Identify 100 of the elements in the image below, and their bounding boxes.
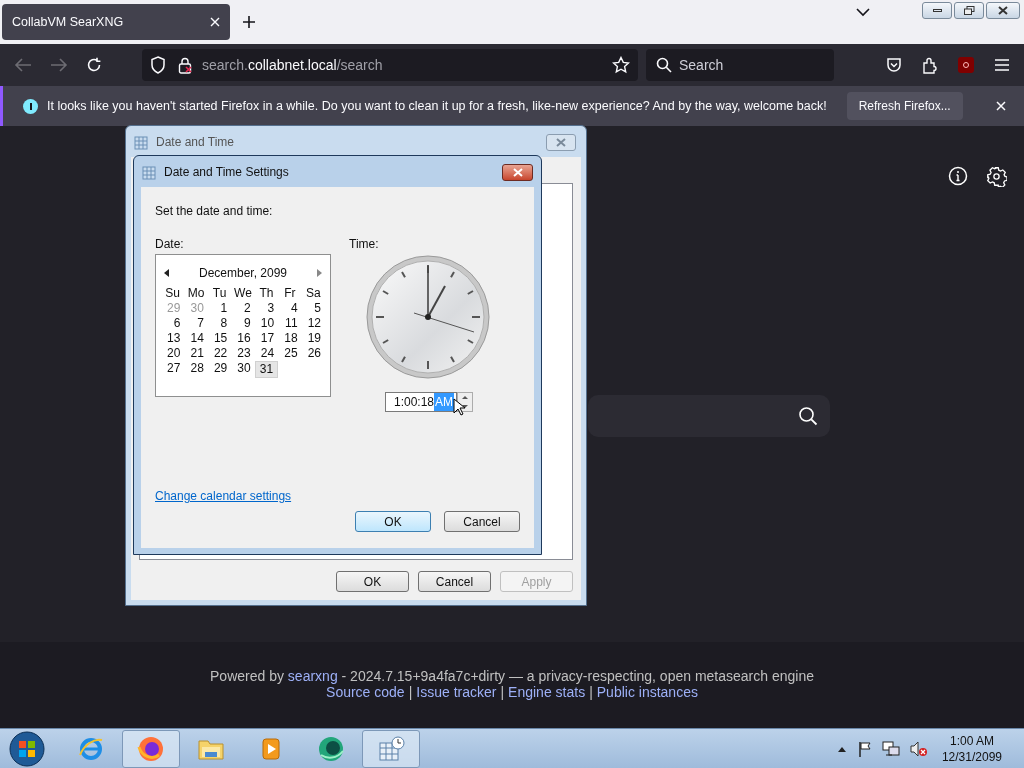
dialog-button[interactable]: Cancel (444, 511, 520, 532)
calendar-day[interactable]: 21 (184, 346, 208, 361)
plus-icon[interactable] (242, 15, 256, 29)
calendar-day[interactable]: 20 (161, 346, 185, 361)
calendar-day[interactable]: 28 (184, 361, 208, 378)
weekday-label: Mo (186, 286, 206, 301)
month-title[interactable]: December, 2099 (198, 264, 288, 282)
calendar-day[interactable]: 12 (301, 316, 325, 331)
weekday-label: Fr (283, 286, 297, 301)
clock-date[interactable]: 12/31/2099 (941, 748, 1002, 765)
calendar-day[interactable]: 31 (254, 361, 279, 378)
calendar-day[interactable]: 10 (254, 316, 279, 331)
calendar-day[interactable]: 4 (278, 301, 302, 316)
footer-link[interactable]: Public instances (596, 684, 698, 700)
calendar-day[interactable]: 27 (161, 361, 185, 378)
shield-icon[interactable] (150, 56, 166, 74)
calendar-day[interactable]: 16 (231, 331, 255, 346)
minimize-button[interactable] (922, 2, 952, 19)
clock-time[interactable]: 1:00 AM (949, 732, 994, 749)
weekday-label: We (233, 286, 253, 301)
link-separator: | (589, 684, 593, 700)
calendar-day[interactable]: 22 (207, 346, 232, 361)
info-icon[interactable] (948, 166, 968, 186)
flag-icon[interactable] (857, 740, 872, 757)
back-icon[interactable] (14, 57, 32, 73)
calendar-day[interactable]: 19 (301, 331, 325, 346)
forward-icon[interactable] (50, 57, 68, 73)
link-separator: | (408, 684, 413, 700)
calendar-day[interactable]: 3 (254, 301, 279, 316)
start-button[interactable] (6, 729, 48, 768)
link-separator: | (500, 684, 505, 700)
previous-month-icon[interactable] (164, 269, 169, 277)
lock-icon[interactable] (178, 56, 192, 74)
next-month-icon[interactable] (317, 269, 322, 277)
calendar-clock-icon (377, 734, 405, 763)
footer-link[interactable]: Engine stats (508, 684, 586, 700)
time-field[interactable]: 1:00:18AM (385, 392, 457, 412)
dialog-button[interactable]: Cancel (418, 571, 491, 592)
calendar-day[interactable]: 29 (207, 361, 232, 378)
calendar-day[interactable]: 1 (207, 301, 232, 316)
reload-icon[interactable] (86, 57, 102, 73)
info-icon (23, 98, 38, 114)
calendar-day[interactable]: 9 (231, 316, 255, 331)
close-button[interactable] (502, 163, 533, 181)
search-field[interactable]: Search (646, 49, 834, 81)
bookmark-star-icon[interactable] (612, 56, 630, 74)
taskbar-button[interactable] (362, 729, 420, 768)
close-button[interactable] (986, 2, 1020, 19)
browser-tab[interactable]: CollabVM SearXNG (2, 4, 230, 40)
close-icon (556, 137, 566, 147)
close-icon[interactable] (996, 101, 1006, 111)
settings-icon[interactable] (986, 166, 1007, 187)
calendar-day[interactable]: 2 (231, 301, 255, 316)
calendar-day[interactable]: 7 (184, 316, 208, 331)
notification-message: It looks like you haven't started Firefox in a while. Do you want to clean it up for a fresh, like-new experience? And by the way, welcome back! (47, 97, 827, 115)
restore-button[interactable] (954, 2, 984, 19)
close-icon (998, 6, 1008, 15)
taskbar-button[interactable] (122, 729, 180, 768)
calendar-day[interactable]: 18 (278, 331, 302, 346)
calendar-day[interactable]: 23 (231, 346, 255, 361)
instruction-text: Set the date and time: (155, 203, 273, 220)
dialog-button[interactable]: OK (336, 571, 409, 592)
calendar-day[interactable]: 24 (254, 346, 279, 361)
calendar-day[interactable]: 30 (231, 361, 255, 378)
calendar-day[interactable]: 6 (161, 316, 185, 331)
weekday-label: Sa (304, 286, 322, 301)
address-bar[interactable]: search.collabnet.local/search (142, 49, 638, 81)
weekday-label: Tu (211, 286, 228, 301)
searxng-link[interactable]: searxng (287, 668, 338, 684)
weekday-label: Su (164, 286, 182, 301)
calendar-day[interactable]: 15 (207, 331, 232, 346)
search-icon (656, 57, 672, 73)
calendar-day[interactable]: 11 (278, 316, 302, 331)
show-hidden-icons-icon[interactable] (837, 745, 846, 752)
calendar-day[interactable]: 25 (278, 346, 302, 361)
menu-icon[interactable] (994, 58, 1010, 72)
calendar-day[interactable]: 26 (301, 346, 325, 361)
muted-speaker-icon[interactable] (909, 740, 928, 757)
window-title: Date and Time (156, 134, 235, 151)
mouse-pointer-icon (453, 398, 465, 416)
tab-list-icon[interactable] (856, 7, 870, 17)
footer-link[interactable]: Source code (326, 684, 405, 700)
time-label: Time: (349, 236, 379, 253)
restore-icon (963, 6, 975, 15)
search-icon[interactable] (798, 406, 818, 426)
refresh-firefox-button[interactable]: Refresh Firefox... (846, 92, 963, 120)
disc-icon (317, 734, 345, 763)
calendar-day[interactable]: 17 (254, 331, 279, 346)
dialog-button[interactable]: OK (355, 511, 431, 532)
change-calendar-settings-link[interactable]: Change calendar settings (155, 487, 292, 505)
calendar-icon (134, 134, 150, 150)
calendar-day[interactable]: 8 (207, 316, 232, 331)
url-text[interactable]: search.collabnet.local/search (202, 54, 383, 76)
network-icon[interactable] (881, 740, 900, 757)
calendar-day[interactable]: 5 (301, 301, 325, 316)
footer-link[interactable]: Issue tracker (416, 684, 497, 700)
calendar-day[interactable]: 14 (184, 331, 208, 346)
extensions-icon[interactable] (922, 56, 938, 74)
calendar-day[interactable]: 13 (161, 331, 185, 346)
close-tab-icon[interactable] (210, 17, 220, 27)
